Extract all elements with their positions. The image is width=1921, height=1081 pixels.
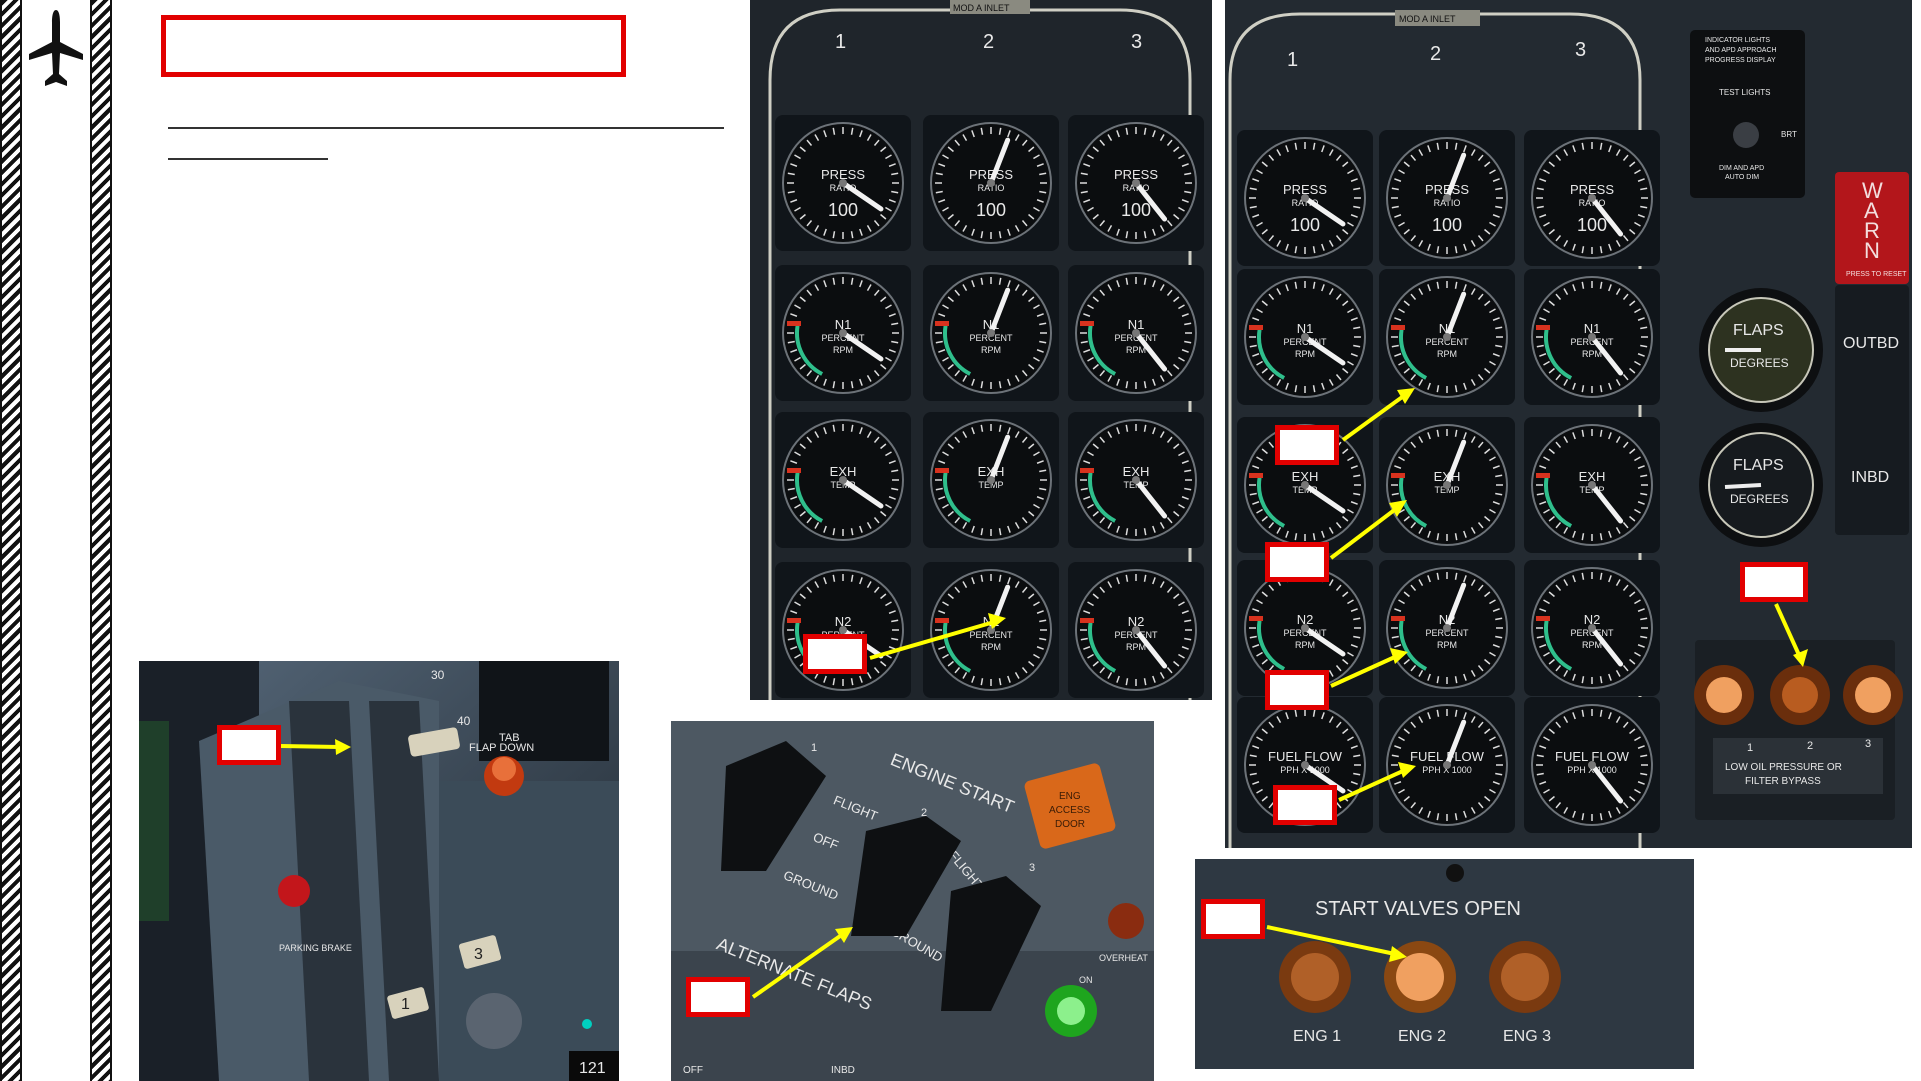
callout-arrow-throttle <box>280 739 351 755</box>
right-border-stripe <box>90 0 112 1081</box>
header-rule-short <box>168 158 328 160</box>
start-valves-photo: START VALVES OPEN ENG 1 ENG 2 ENG 3 <box>1195 859 1694 1069</box>
title-callout-box <box>161 15 626 77</box>
throttle-quadrant-photo: 30 40 FLAP DOWN TAB PARKING BRAKE 1 3 12… <box>139 661 619 1081</box>
callout-arrow-start-valves <box>1266 925 1407 962</box>
airplane-icon <box>26 8 86 90</box>
left-border-stripe <box>0 0 22 1081</box>
engine-panel-right-photo: MOD A INLET 1 2 3 PRESS RATIO 100 PRESS RATI… <box>1225 0 1912 848</box>
engine-start-panel-photo: ENGINE START 1 2 3 FLIGHT OFF GROUND FLI… <box>671 721 1154 1081</box>
engine-gauges-panel-photo: MOD A INLET 1 2 3 PRESS RATIO 100 PRESS RATI… <box>750 0 1212 700</box>
callout-arrow-n2 <box>869 613 1006 660</box>
header-rule-long <box>168 127 724 129</box>
callout-arrow-engine-start <box>751 927 853 999</box>
callout-arrows-right <box>1329 388 1808 802</box>
